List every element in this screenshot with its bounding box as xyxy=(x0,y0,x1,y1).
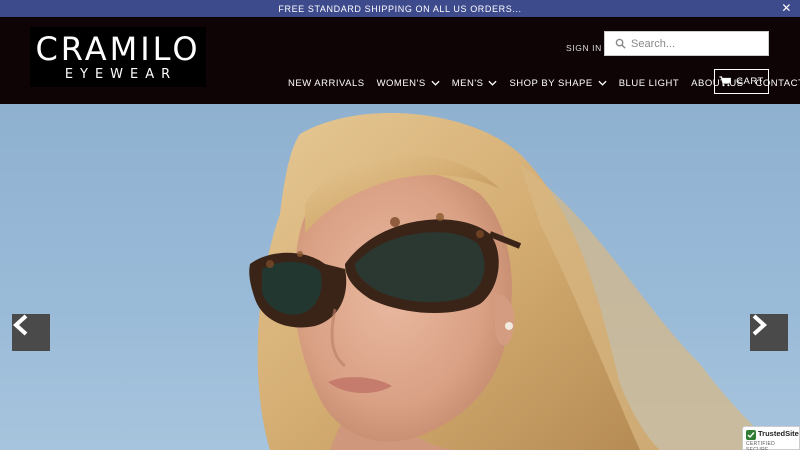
nav-item-label: SHOP BY SHAPE xyxy=(509,77,593,89)
nav-item-womens[interactable]: WOMEN'S xyxy=(377,78,440,89)
nav-item-label: NEW ARRIVALS xyxy=(288,77,365,89)
checkmark-icon xyxy=(746,430,756,440)
search-input[interactable] xyxy=(631,37,761,50)
search-icon xyxy=(611,35,629,53)
site-header: CRAMILO EYEWEAR SIGN IN NEW ARRIVALS WOM… xyxy=(0,17,800,104)
nav-item-mens[interactable]: MEN'S xyxy=(452,78,498,89)
nav-item-shop-by-shape[interactable]: SHOP BY SHAPE xyxy=(509,77,607,89)
trust-badge-sub: CERTIFIED SECURE xyxy=(746,441,775,450)
promo-bar: FREE STANDARD SHIPPING ON ALL US ORDERS.… xyxy=(0,0,800,17)
cart-label: CART xyxy=(736,76,764,87)
nav-item-label: WOMEN'S xyxy=(376,77,426,89)
chevron-down-icon xyxy=(598,80,607,86)
chevron-down-icon xyxy=(431,80,440,86)
close-icon[interactable]: ✕ xyxy=(781,1,792,15)
hero-image xyxy=(249,112,780,450)
promo-text: FREE STANDARD SHIPPING ON ALL US ORDERS.… xyxy=(278,3,522,14)
hero-slideshow xyxy=(0,104,800,450)
nav-item-new-arrivals[interactable]: NEW ARRIVALS xyxy=(288,78,365,89)
prev-slide-button[interactable] xyxy=(12,314,50,351)
nav-item-label: BLUE LIGHT xyxy=(618,77,680,89)
logo-sub-text: EYEWEAR xyxy=(64,67,178,82)
cart-icon xyxy=(719,76,732,87)
next-slide-button[interactable] xyxy=(750,314,788,351)
nav-item-label: MEN'S xyxy=(451,77,484,89)
sign-in-link[interactable]: SIGN IN xyxy=(566,43,602,53)
logo-main-text: CRAMILO xyxy=(35,30,201,68)
trust-badge-name: TrustedSite xyxy=(758,429,799,438)
search-box[interactable] xyxy=(604,31,769,56)
chevron-down-icon xyxy=(488,80,498,86)
cart-button[interactable]: CART xyxy=(714,69,769,94)
logo[interactable]: CRAMILO EYEWEAR xyxy=(30,27,206,87)
chevron-left-icon xyxy=(13,314,28,336)
nav-item-blue-light[interactable]: BLUE LIGHT xyxy=(619,78,679,89)
chevron-right-icon xyxy=(752,314,767,336)
trustedsite-badge[interactable]: TrustedSite CERTIFIED SECURE xyxy=(742,426,800,450)
